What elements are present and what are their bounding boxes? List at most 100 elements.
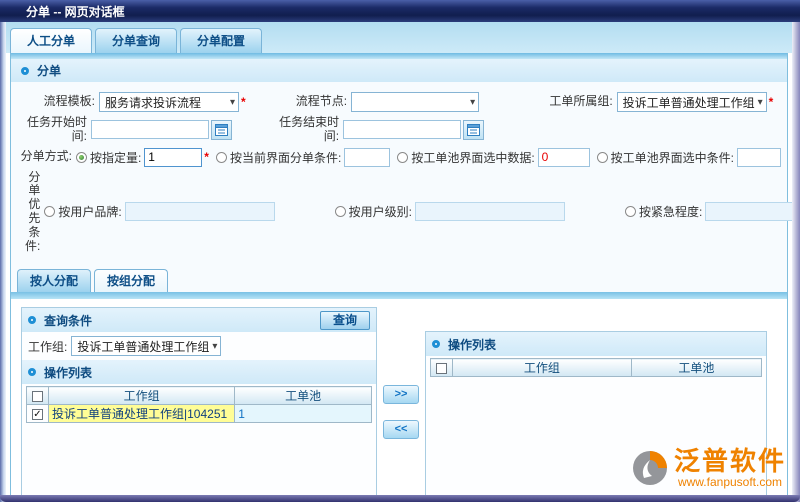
current-filter-input[interactable] <box>344 147 391 167</box>
pool-selected-filter-input[interactable] <box>737 147 781 167</box>
form-row-times: 任务开始时间: 任务结束时间: <box>17 115 781 144</box>
section-bullet-icon <box>21 66 29 75</box>
option-current-filter: 按当前界面分单条件: <box>215 147 391 167</box>
radio-icon[interactable] <box>625 206 637 218</box>
task-start-input[interactable] <box>91 120 209 140</box>
tab-assign-by-group[interactable]: 按组分配 <box>94 269 169 293</box>
checkbox-icon[interactable] <box>436 363 447 375</box>
user-brand-input[interactable] <box>124 202 275 222</box>
tab-split-config[interactable]: 分单配置 <box>180 28 263 53</box>
field-process-node: 流程节点: ▾ <box>269 92 521 112</box>
calendar-icon[interactable] <box>211 119 232 140</box>
option-label: 按指定量: <box>89 150 142 165</box>
process-node-label: 流程节点: <box>295 94 348 109</box>
window-border-bottom <box>0 495 800 502</box>
main-panel: 分单 流程模板: 服务请求投诉流程 ▾ * 流程节点: ▾ 工单所属组: 投诉工… <box>10 53 800 502</box>
chevron-down-icon: ▾ <box>757 96 763 108</box>
section-bullet-icon <box>28 368 36 377</box>
window-border-right <box>792 22 800 502</box>
required-marker: * <box>204 150 209 165</box>
query-conditions-title: 查询条件 <box>44 313 93 328</box>
workgroup-filter-row: 工作组: 投诉工单普通处理工作组 ▾ <box>22 332 376 360</box>
urgency-input[interactable] <box>705 202 800 222</box>
radio-icon[interactable] <box>596 151 608 163</box>
option-pool-selected-filter: 按工单池界面选中条件: <box>596 147 781 167</box>
chevron-down-icon: ▾ <box>470 96 476 108</box>
target-table: 工作组 工单池 <box>430 358 763 378</box>
col-workgroup: 工作组 <box>47 386 236 406</box>
field-task-start: 任务开始时间: <box>17 115 269 144</box>
radio-icon[interactable] <box>44 206 56 218</box>
checkbox-icon[interactable] <box>32 391 43 403</box>
section-bullet-icon <box>432 340 440 349</box>
workgroup-filter-select[interactable]: 投诉工单普通处理工作组 ▾ <box>71 336 222 357</box>
option-pool-selected-data: 按工单池界面选中数据: <box>397 147 590 167</box>
brand-block: 泛普软件 www.fanpusoft.com <box>674 448 786 489</box>
tab-label: 按组分配 <box>107 274 156 289</box>
dialog-content: 人工分单 分单查询 分单配置 分单 流程模板: 服务请求投诉流程 ▾ * 流程节… <box>6 22 800 502</box>
checkbox-checked-icon[interactable]: ✓ <box>32 409 43 421</box>
form-row-split-method: 分单方式: 按指定量: * 按当前界面分单条件: 按工单池界面选 <box>17 147 781 167</box>
tab-assign-by-person[interactable]: 按人分配 <box>17 269 92 293</box>
chevron-down-icon: ▾ <box>229 96 235 108</box>
source-list-title: 操作列表 <box>44 365 93 380</box>
window-border-left <box>0 22 6 502</box>
option-user-level: 按用户级别: <box>334 202 566 222</box>
option-label: 按紧急程度: <box>639 205 703 220</box>
fixed-quantity-input[interactable] <box>144 147 203 167</box>
brand-name: 泛普软件 <box>673 446 786 476</box>
section-bullet-icon <box>28 316 36 325</box>
move-right-button[interactable]: >> <box>383 385 419 405</box>
radio-icon[interactable] <box>397 151 409 163</box>
field-workorder-group: 工单所属组: 投诉工单普通处理工作组 ▾ * <box>521 92 773 112</box>
col-workgroup: 工作组 <box>452 358 632 378</box>
option-label: 按用户级别: <box>348 205 413 220</box>
query-conditions-header: 查询条件 查询 <box>22 308 376 333</box>
chevron-down-icon: ▾ <box>212 340 218 352</box>
table-row[interactable]: ✓ 投诉工单普通处理工作组|104251 1 <box>26 404 372 424</box>
title-bar[interactable]: 分单 -- 网页对话框 <box>0 0 800 22</box>
workorder-group-select[interactable]: 投诉工单普通处理工作组 ▾ <box>616 92 767 112</box>
tab-manual-split[interactable]: 人工分单 <box>10 28 93 53</box>
split-method-label: 分单方式: <box>20 149 72 164</box>
target-list-title: 操作列表 <box>448 337 497 352</box>
form-row-templates: 流程模板: 服务请求投诉流程 ▾ * 流程节点: ▾ 工单所属组: 投诉工单普通… <box>17 92 781 112</box>
tab-label: 分单配置 <box>197 34 246 48</box>
main-tabstrip: 人工分单 分单查询 分单配置 <box>6 22 792 53</box>
row-select-cell: ✓ <box>26 404 49 424</box>
priority-label: 分单优先条件: <box>25 169 41 253</box>
option-label: 按工单池界面选中数据: <box>411 150 535 165</box>
pool-selected-data-input[interactable] <box>537 147 590 167</box>
radio-icon[interactable] <box>75 151 87 163</box>
option-user-brand: 按用户品牌: <box>44 202 275 222</box>
selected-value: 服务请求投诉流程 <box>105 95 202 110</box>
option-urgency: 按紧急程度: <box>625 202 800 222</box>
process-node-select[interactable]: ▾ <box>351 92 480 112</box>
selected-value: 投诉工单普通处理工作组 <box>77 339 210 354</box>
task-start-label: 任务开始时间: <box>26 115 87 143</box>
section-header-split: 分单 <box>11 59 787 82</box>
tab-label: 分单查询 <box>112 34 161 48</box>
process-template-select[interactable]: 服务请求投诉流程 ▾ <box>99 92 239 112</box>
radio-icon[interactable] <box>334 206 346 218</box>
user-level-input[interactable] <box>415 202 566 222</box>
workorder-group-label: 工单所属组: <box>549 94 613 109</box>
assign-tab-band <box>11 292 787 300</box>
source-panel: 查询条件 查询 工作组: 投诉工单普通处理工作组 ▾ 操作列表 工作组 工单池 … <box>21 307 377 502</box>
brand-url: www.fanpusoft.com <box>677 475 783 489</box>
calendar-icon[interactable] <box>463 119 485 140</box>
field-process-template: 流程模板: 服务请求投诉流程 ▾ * <box>17 92 269 112</box>
selected-value: 投诉工单普通处理工作组 <box>622 95 755 110</box>
form-row-priority: 分单优先条件: 按用户品牌: 按用户级别: 按紧急程度: <box>17 169 800 254</box>
option-label: 按用户品牌: <box>58 205 122 220</box>
task-end-label: 任务结束时间: <box>279 115 340 143</box>
tab-label: 按人分配 <box>30 274 79 289</box>
task-end-input[interactable] <box>343 120 462 140</box>
option-fixed-quantity: 按指定量: * <box>75 147 209 167</box>
radio-icon[interactable] <box>215 151 227 163</box>
table-empty-space <box>22 423 376 502</box>
select-all-cell <box>26 386 49 406</box>
move-left-button[interactable]: << <box>383 420 419 440</box>
query-button[interactable]: 查询 <box>320 310 370 330</box>
tab-split-query[interactable]: 分单查询 <box>95 28 178 53</box>
